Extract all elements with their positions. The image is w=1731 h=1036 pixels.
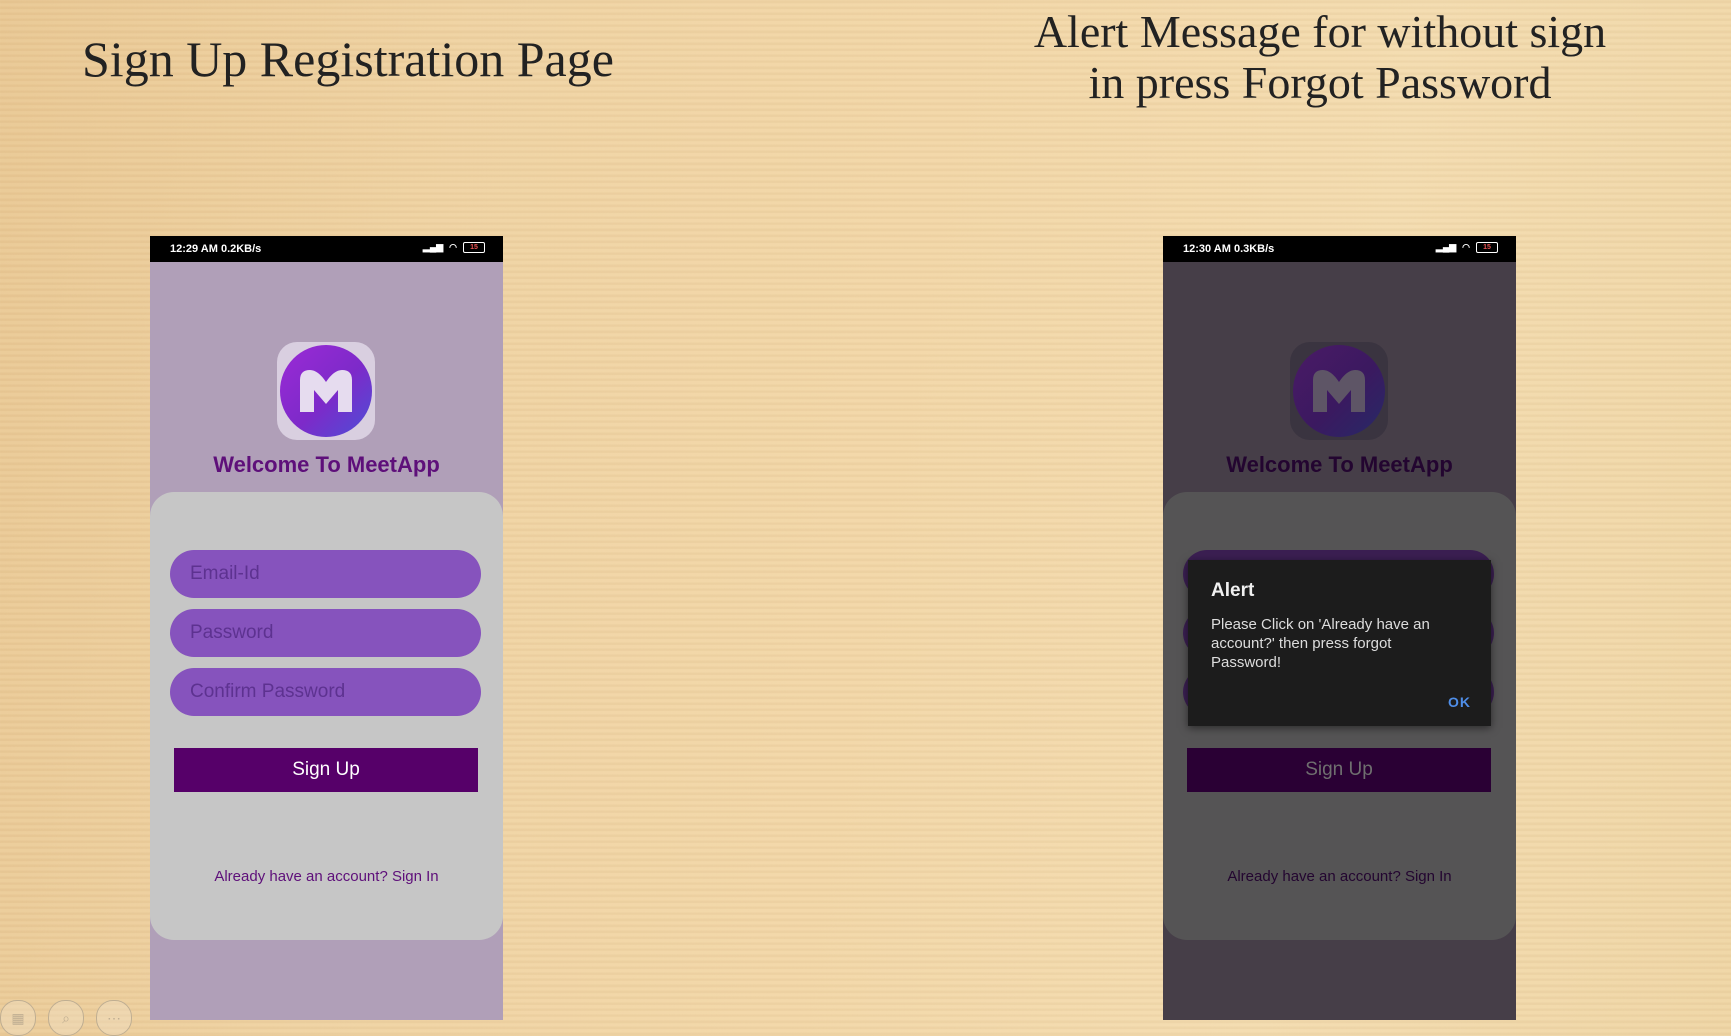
password-field[interactable]: Password — [170, 609, 481, 657]
signal-icon: ▂▄▆ — [422, 242, 444, 252]
form-card: Email-Id Password Confirm Password Sign … — [150, 492, 503, 940]
slide-title-left: Sign Up Registration Page — [82, 31, 614, 87]
status-icons: ▂▄▆ ◠ 15 — [423, 242, 485, 253]
status-bar: 12:29 AM 0.2KB/s ▂▄▆ ◠ 15 — [150, 236, 503, 262]
app-logo — [1290, 342, 1388, 440]
battery-icon: 15 — [1476, 242, 1498, 253]
slideshow-toolbar: ▦ ⌕ ⋯ — [0, 1000, 132, 1036]
status-icons: ▂▄▆ ◠ 15 — [1436, 242, 1498, 253]
signal-icon: ▂▄▆ — [1435, 242, 1457, 252]
alert-screen: 12:30 AM 0.3KB/s ▂▄▆ ◠ 15 Welcome To Mee… — [1163, 236, 1516, 1020]
sign-in-link[interactable]: Already have an account? Sign In — [1163, 868, 1516, 885]
email-field[interactable]: Email-Id — [170, 550, 481, 598]
status-bar: 12:30 AM 0.3KB/s ▂▄▆ ◠ 15 — [1163, 236, 1516, 262]
signup-screen: 12:29 AM 0.2KB/s ▂▄▆ ◠ 15 Welcome To Mee… — [150, 236, 503, 1020]
status-time: 12:29 AM 0.2KB/s — [170, 243, 262, 255]
welcome-heading: Welcome To MeetApp — [1226, 452, 1453, 477]
alert-ok-button[interactable]: OK — [1448, 694, 1471, 710]
sign-in-link[interactable]: Already have an account? Sign In — [150, 868, 503, 885]
alert-message: Please Click on 'Already have an account… — [1211, 616, 1430, 671]
welcome-heading: Welcome To MeetApp — [213, 452, 440, 477]
sign-up-button[interactable]: Sign Up — [1187, 748, 1491, 792]
status-time: 12:30 AM 0.3KB/s — [1183, 243, 1275, 255]
sign-up-button[interactable]: Sign Up — [174, 748, 478, 792]
wifi-icon: ◠ — [1462, 242, 1470, 252]
zoom-icon[interactable]: ⌕ — [48, 1000, 84, 1036]
confirm-password-field[interactable]: Confirm Password — [170, 668, 481, 716]
wifi-icon: ◠ — [449, 242, 457, 252]
alert-title: Alert — [1211, 580, 1255, 601]
slide-title-right-line2: in press Forgot Password — [1088, 57, 1552, 108]
slide-title-right: Alert Message for without sign in press … — [1020, 6, 1620, 108]
more-options-icon[interactable]: ⋯ — [96, 1000, 132, 1036]
app-logo — [277, 342, 375, 440]
battery-icon: 15 — [463, 242, 485, 253]
alert-dialog: Alert Please Click on 'Already have an a… — [1188, 560, 1491, 726]
m-logo-icon — [1293, 345, 1385, 437]
slide-title-right-line1: Alert Message for without sign — [1033, 6, 1607, 57]
m-logo-icon — [280, 345, 372, 437]
slide-sorter-icon[interactable]: ▦ — [0, 1000, 36, 1036]
